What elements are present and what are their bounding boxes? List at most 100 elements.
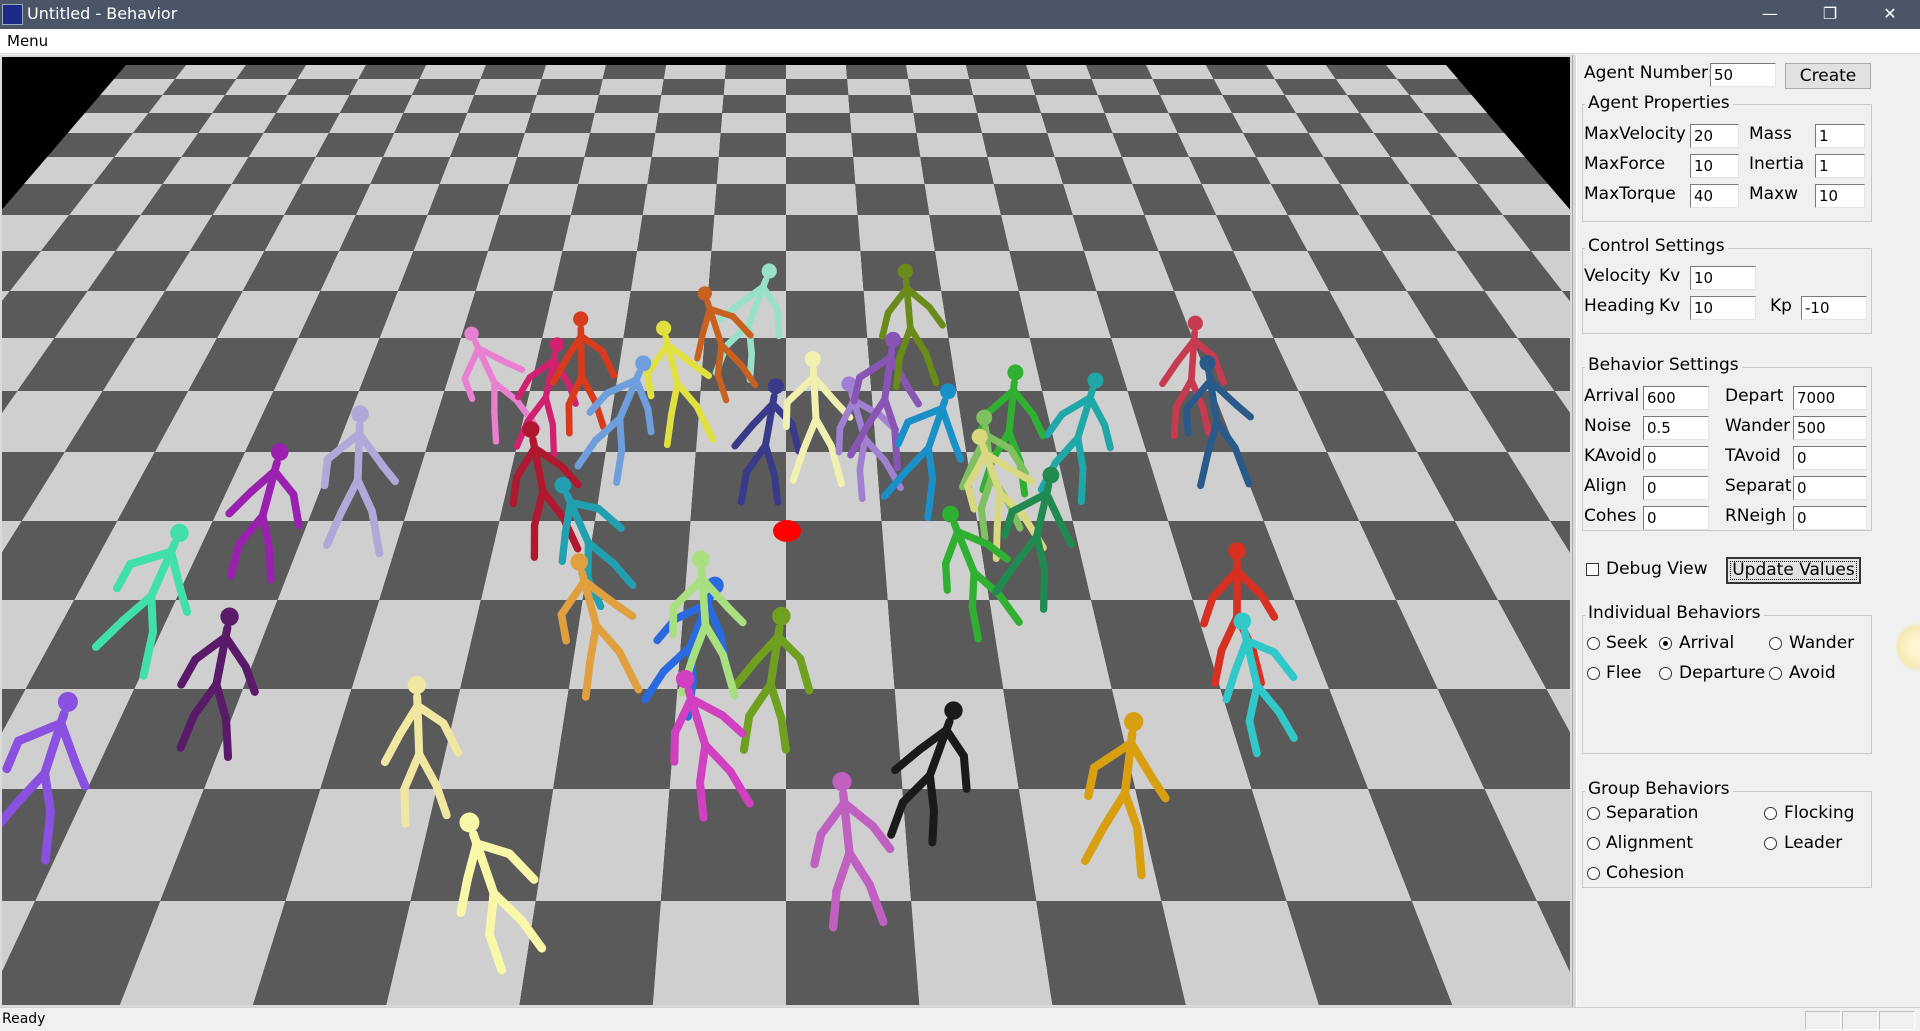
floor-tile xyxy=(553,251,638,291)
kp-input[interactable]: -10 xyxy=(1801,296,1867,320)
restore-icon[interactable]: ❐ xyxy=(1800,0,1860,29)
floor-tile xyxy=(977,113,1048,133)
wander-radio-label[interactable]: Wander xyxy=(1789,633,1854,653)
floor-tile xyxy=(236,65,306,79)
mass-input[interactable]: 1 xyxy=(1815,124,1865,148)
kavoid-label: KAvoid xyxy=(1584,446,1642,466)
menu-item-menu[interactable]: Menu xyxy=(7,32,48,50)
floor-tile xyxy=(315,133,395,157)
separat-label: Separat xyxy=(1725,476,1792,496)
alignment-label[interactable]: Alignment xyxy=(1606,833,1693,853)
kavoid-input[interactable]: 0 xyxy=(1643,446,1709,470)
floor-tile xyxy=(370,157,451,184)
flee-label[interactable]: Flee xyxy=(1606,663,1641,683)
inertia-input[interactable]: 1 xyxy=(1815,154,1865,178)
floor-tile xyxy=(969,79,1036,95)
floor-tile xyxy=(1177,133,1257,157)
separat-input[interactable]: 0 xyxy=(1793,476,1867,500)
noise-label: Noise xyxy=(1584,416,1632,436)
debug-view-label[interactable]: Debug View xyxy=(1606,559,1708,579)
floor-tile xyxy=(846,65,909,79)
floor-tile xyxy=(786,291,868,338)
avoid-label[interactable]: Avoid xyxy=(1789,663,1836,683)
avoid-radio[interactable] xyxy=(1769,667,1782,680)
floor-tile xyxy=(467,95,537,113)
floor-tile xyxy=(1121,157,1202,184)
flocking-radio[interactable] xyxy=(1764,807,1777,820)
update-values-button[interactable]: Update Values xyxy=(1726,557,1861,584)
simulation-viewport[interactable] xyxy=(0,55,1572,1007)
behavior-app-icon[interactable] xyxy=(2,4,23,25)
max-torque-label: MaxTorque xyxy=(1584,184,1676,204)
floor-tile xyxy=(1222,95,1296,113)
noise-input[interactable]: 0.5 xyxy=(1643,416,1709,440)
alignment-radio[interactable] xyxy=(1587,837,1600,850)
arrival-radio-label[interactable]: Arrival xyxy=(1679,633,1734,653)
floor-tile xyxy=(536,79,603,95)
create-button[interactable]: Create xyxy=(1785,63,1871,89)
maxw-input[interactable]: 10 xyxy=(1815,184,1865,208)
debug-view-checkbox[interactable] xyxy=(1586,563,1599,576)
cohes-label: Cohes xyxy=(1584,506,1637,526)
floor-tile xyxy=(349,79,420,95)
departure-radio[interactable] xyxy=(1659,667,1672,680)
agent-number-input[interactable]: 50 xyxy=(1710,63,1776,87)
max-velocity-input[interactable]: 20 xyxy=(1690,124,1739,148)
tavoid-input[interactable]: 0 xyxy=(1793,446,1867,470)
floor-tile xyxy=(887,600,1004,689)
menu-bar: Menu xyxy=(0,29,1920,54)
close-icon[interactable]: ✕ xyxy=(1860,0,1920,29)
heading-kv-input[interactable]: 10 xyxy=(1690,296,1756,320)
leader-label[interactable]: Leader xyxy=(1784,833,1842,853)
cohesion-radio[interactable] xyxy=(1587,867,1600,880)
floor-tile xyxy=(508,157,585,184)
floor-tile xyxy=(459,113,532,133)
cohes-input[interactable]: 0 xyxy=(1643,506,1709,530)
floor-tile xyxy=(1035,95,1105,113)
cohesion-label[interactable]: Cohesion xyxy=(1606,863,1684,883)
leader-radio[interactable] xyxy=(1764,837,1777,850)
departure-label[interactable]: Departure xyxy=(1679,663,1765,683)
depart-input[interactable]: 7000 xyxy=(1793,386,1867,410)
seek-label[interactable]: Seek xyxy=(1606,633,1648,653)
separation-radio[interactable] xyxy=(1587,807,1600,820)
floor-tile xyxy=(100,79,176,95)
floor-tile xyxy=(911,901,1053,1005)
wander-radio[interactable] xyxy=(1769,637,1782,650)
align-input[interactable]: 0 xyxy=(1643,476,1709,500)
separation-label[interactable]: Separation xyxy=(1606,803,1698,823)
arrival-input[interactable]: 600 xyxy=(1643,386,1709,410)
floor-tile xyxy=(855,184,930,215)
max-torque-input[interactable]: 40 xyxy=(1690,184,1739,208)
velocity-kv-input[interactable]: 10 xyxy=(1690,266,1756,290)
status-pane xyxy=(1805,1011,1841,1030)
floor-tile xyxy=(642,184,717,215)
velocity-kv-label: Kv xyxy=(1659,266,1681,286)
seek-radio[interactable] xyxy=(1587,637,1600,650)
minimize-icon[interactable]: — xyxy=(1740,0,1800,29)
floor-tile xyxy=(786,79,849,95)
floor-tile xyxy=(1104,113,1178,133)
floor-tile xyxy=(924,184,1002,215)
wander-input[interactable]: 500 xyxy=(1793,416,1867,440)
floor-tile xyxy=(851,133,921,157)
control-panel: Agent Number: 50 Create Agent Properties… xyxy=(1577,55,1920,1007)
rneigh-input[interactable]: 0 xyxy=(1793,506,1867,530)
agent-number-label: Agent Number: xyxy=(1584,63,1714,83)
floor-tile xyxy=(276,95,350,113)
floor-tile xyxy=(328,113,404,133)
floor-tile xyxy=(1018,291,1112,338)
arrival-radio[interactable] xyxy=(1659,637,1672,650)
tavoid-label: TAvoid xyxy=(1725,446,1781,466)
status-pane xyxy=(1842,1011,1878,1030)
scene-canvas[interactable] xyxy=(2,57,1570,1005)
floor-tile xyxy=(920,157,994,184)
floor-tile xyxy=(948,338,1043,391)
floor-tile xyxy=(658,95,724,113)
align-label: Align xyxy=(1584,476,1627,496)
flocking-label[interactable]: Flocking xyxy=(1784,803,1854,823)
floor-tile xyxy=(1232,113,1309,133)
max-force-input[interactable]: 10 xyxy=(1690,154,1739,178)
flee-radio[interactable] xyxy=(1587,667,1600,680)
floor-tile xyxy=(524,113,595,133)
